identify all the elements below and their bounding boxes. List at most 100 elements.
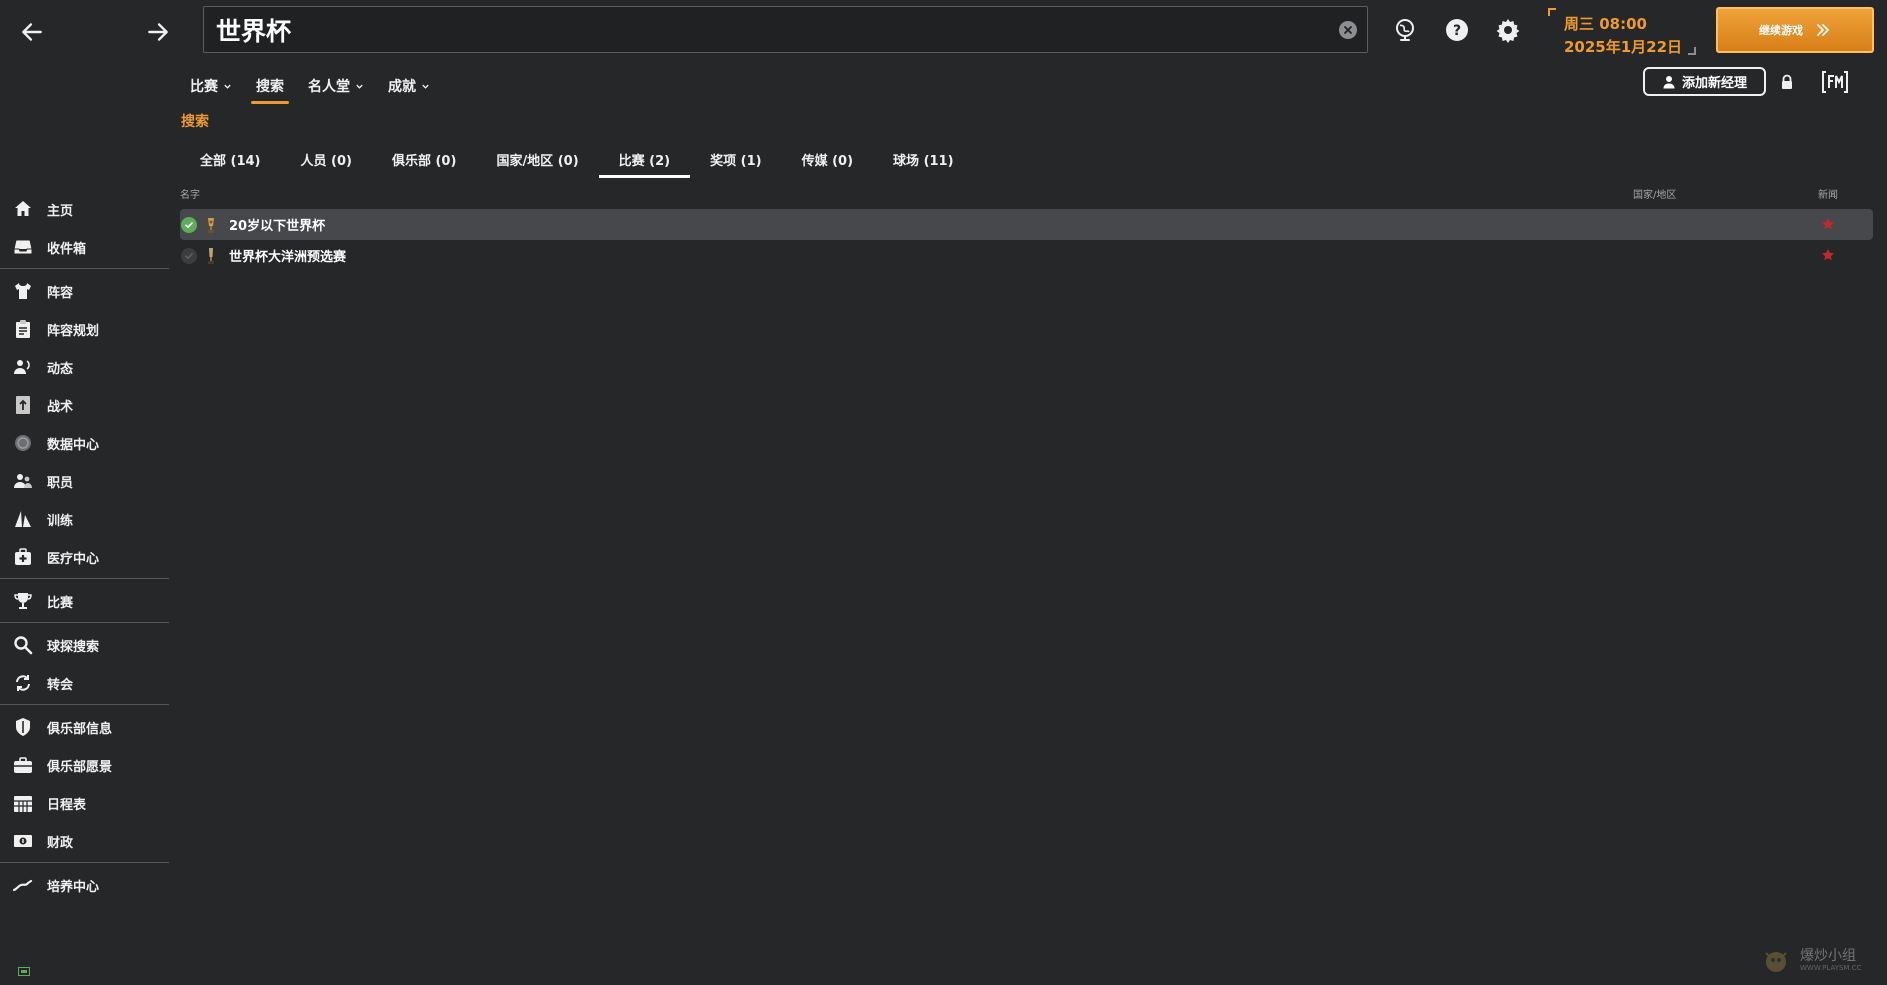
sidebar-item-tactics[interactable]: 战术 — [0, 386, 170, 424]
sidebar-item-label: 转会 — [47, 677, 74, 693]
lock-icon[interactable] — [1779, 74, 1795, 90]
watermark: 爆炒小组 WWW.PLAYSM.CC — [1756, 945, 1880, 975]
sidebar-item-label: 球探搜索 — [47, 639, 100, 655]
checked-circle-icon[interactable] — [181, 216, 197, 233]
sidebar-item-label: 医疗中心 — [47, 551, 100, 567]
sidebar-item-data-hub[interactable]: 数据中心 — [0, 424, 170, 462]
sidebar-divider — [0, 268, 169, 269]
table-row[interactable]: 20岁以下世界杯 — [180, 209, 1873, 240]
sidebar-divider — [0, 622, 169, 623]
tab-stadiums[interactable]: 球场 (11) — [873, 140, 974, 178]
tab-all[interactable]: 全部 (14) — [180, 140, 281, 178]
clear-search-icon[interactable] — [1339, 21, 1357, 39]
watermark-url: WWW.PLAYSM.CC — [1800, 964, 1862, 972]
sidebar-item-dynamics[interactable]: 动态 — [0, 348, 170, 386]
sidebar-item-training[interactable]: 训练 — [0, 500, 170, 538]
sidebar-item-club-vision[interactable]: 俱乐部愿景 — [0, 746, 170, 784]
column-header-nation[interactable]: 国家/地区 — [1633, 186, 1676, 201]
training-icon — [12, 508, 34, 530]
sidebar-item-squad-planner[interactable]: 阵容规划 — [0, 310, 170, 348]
tab-clubs[interactable]: 俱乐部 (0) — [372, 140, 476, 178]
tab-people[interactable]: 人员 (0) — [281, 140, 372, 178]
finance-icon — [12, 830, 34, 852]
world-globe-icon[interactable] — [1392, 17, 1418, 43]
unchecked-circle-icon[interactable] — [181, 247, 197, 264]
sidebar-item-schedule[interactable]: 日程表 — [0, 784, 170, 822]
sidebar-divider — [0, 704, 169, 705]
sidebar-item-label: 阵容规划 — [47, 323, 100, 339]
home-icon — [12, 198, 34, 220]
dynamics-icon — [12, 356, 34, 378]
section-title: 搜索 — [181, 114, 209, 130]
subnav-item-search[interactable]: 搜索 — [244, 70, 296, 104]
subnav-item-achievements[interactable]: 成就 — [376, 70, 442, 102]
datetime-corner-bottom-right — [1688, 47, 1696, 55]
search-input[interactable] — [216, 13, 1326, 47]
chevron-down-icon — [422, 84, 429, 89]
sidebar-item-label: 职员 — [47, 475, 74, 491]
star-icon[interactable] — [1821, 248, 1835, 262]
sidebar-item-medical-centre[interactable]: 医疗中心 — [0, 538, 170, 576]
calendar-icon — [12, 792, 34, 814]
sidebar-item-staff[interactable]: 职员 — [0, 462, 170, 500]
sidebar-item-label: 训练 — [47, 513, 74, 529]
sidebar-item-label: 培养中心 — [47, 879, 100, 895]
star-icon[interactable] — [1821, 217, 1835, 231]
shield-icon — [12, 716, 34, 738]
sidebar-item-finances[interactable]: 财政 — [0, 822, 170, 860]
sidebar-item-club-info[interactable]: 俱乐部信息 — [0, 708, 170, 746]
add-manager-button[interactable]: 添加新经理 — [1643, 67, 1766, 96]
table-row[interactable]: 世界杯大洋洲预选赛 — [180, 240, 1873, 271]
fm-logo-icon[interactable] — [1820, 69, 1850, 95]
column-header-name[interactable]: 名字 — [180, 186, 200, 201]
forward-arrow-icon[interactable] — [140, 14, 176, 50]
tab-awards[interactable]: 奖项 (1) — [690, 140, 781, 178]
sidebar-item-scouting[interactable]: 球探搜索 — [0, 626, 170, 664]
chevron-down-icon — [356, 84, 363, 89]
watermark-logo-icon — [1765, 952, 1787, 972]
continue-game-label: 继续游戏 — [1759, 24, 1803, 37]
data-hub-icon — [12, 432, 34, 454]
competition-name: 世界杯大洋洲预选赛 — [229, 250, 347, 265]
svg-text:?: ? — [1453, 23, 1461, 39]
sidebar-divider — [0, 578, 169, 579]
person-add-icon — [1663, 75, 1675, 88]
search-category-tabs: 全部 (14) 人员 (0) 俱乐部 (0) 国家/地区 (0) 比赛 (2) … — [180, 140, 974, 178]
chevron-down-icon — [224, 84, 231, 89]
settings-gear-icon[interactable] — [1495, 17, 1521, 43]
sidebar-item-label: 财政 — [47, 835, 74, 851]
shirt-icon — [12, 280, 34, 302]
sidebar-item-label: 阵容 — [47, 285, 74, 301]
tactics-icon — [12, 394, 34, 416]
sidebar-item-label: 俱乐部信息 — [47, 721, 113, 737]
medical-icon — [12, 546, 34, 568]
subnav-item-label: 比赛 — [190, 79, 218, 95]
column-header-news[interactable]: 新闻 — [1818, 186, 1838, 201]
tab-nations[interactable]: 国家/地区 (0) — [476, 140, 598, 178]
search-box — [203, 6, 1368, 53]
sidebar-item-label: 比赛 — [47, 595, 74, 611]
sidebar-item-transfers[interactable]: 转会 — [0, 664, 170, 702]
help-icon[interactable]: ? — [1444, 17, 1470, 43]
add-manager-label: 添加新经理 — [1681, 76, 1747, 91]
sidebar-item-home[interactable]: 主页 — [0, 190, 170, 228]
sidebar-item-label: 收件箱 — [47, 241, 87, 257]
sidebar-item-competitions[interactable]: 比赛 — [0, 582, 170, 620]
search-icon — [12, 634, 34, 656]
continue-game-button[interactable]: 继续游戏 — [1716, 7, 1874, 53]
subnav-item-label: 成就 — [388, 79, 416, 95]
sidebar-item-inbox[interactable]: 收件箱 — [0, 228, 170, 266]
tab-competitions[interactable]: 比赛 (2) — [598, 140, 691, 178]
subnav-item-competitions[interactable]: 比赛 — [178, 70, 244, 102]
competition-name: 20岁以下世界杯 — [229, 219, 326, 234]
subnav-item-hall-of-fame[interactable]: 名人堂 — [296, 70, 376, 102]
back-arrow-icon[interactable] — [14, 14, 50, 50]
game-datetime[interactable]: 周三 08:00 2025年1月22日 — [1548, 8, 1696, 56]
briefcase-icon — [12, 754, 34, 776]
sidebar-item-label: 日程表 — [47, 797, 87, 813]
status-indicator-icon[interactable] — [18, 967, 30, 976]
sidebar-item-development-centre[interactable]: 培养中心 — [0, 866, 170, 904]
tab-media[interactable]: 传媒 (0) — [782, 140, 873, 178]
day-time-label: 周三 08:00 — [1564, 15, 1647, 33]
sidebar-item-squad[interactable]: 阵容 — [0, 272, 170, 310]
